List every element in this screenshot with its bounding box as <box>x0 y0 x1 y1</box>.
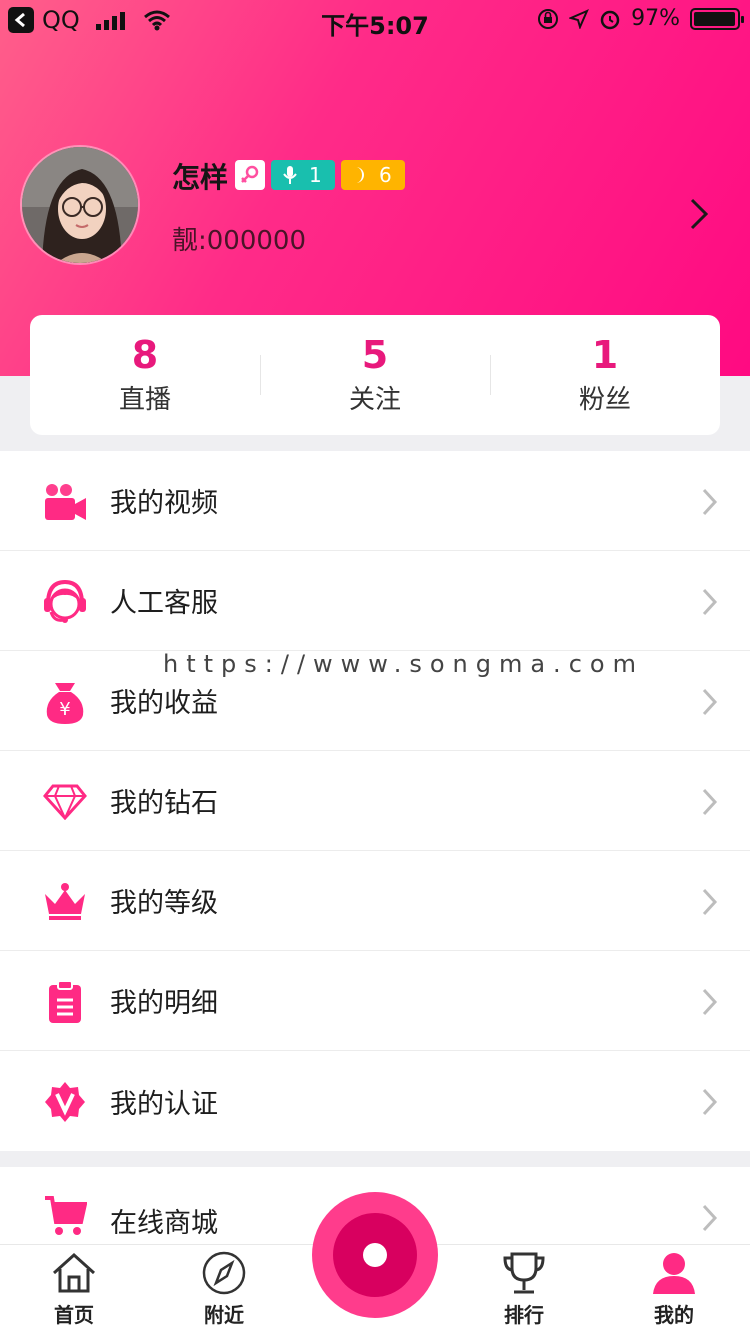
chevron-right-icon <box>702 1204 718 1232</box>
chevron-right-icon <box>702 488 718 516</box>
menu-item-videos[interactable]: 我的视频 <box>0 451 750 551</box>
menu-item-label: 在线商城 <box>110 1208 218 1239</box>
money-bag-icon: ¥ <box>42 679 88 725</box>
avatar[interactable] <box>20 145 140 265</box>
stat-following[interactable]: 5 关注 <box>260 315 490 435</box>
tab-mine[interactable]: 我的 <box>624 1249 724 1328</box>
menu-item-diamonds[interactable]: 我的钻石 <box>0 751 750 851</box>
stat-value: 1 <box>591 332 619 377</box>
status-bar: QQ 下午5:07 97% <box>0 0 750 40</box>
chevron-right-icon[interactable] <box>688 196 712 232</box>
chevron-right-icon <box>702 588 718 616</box>
stat-value: 8 <box>131 332 159 377</box>
user-id: 靓:000000 <box>172 226 307 256</box>
menu-item-customer-service[interactable]: 人工客服 <box>0 551 750 651</box>
tab-label: 我的 <box>654 1303 694 1327</box>
chevron-right-icon <box>702 1088 718 1116</box>
menu-item-label: 我的视频 <box>110 488 218 519</box>
anchor-level-value: 1 <box>309 163 322 187</box>
tab-label: 排行 <box>504 1303 544 1327</box>
crown-icon <box>42 879 88 925</box>
tab-label: 附近 <box>204 1303 244 1327</box>
battery-percent: 97% <box>631 6 680 31</box>
status-bar-right: 97% <box>537 6 744 31</box>
stat-live[interactable]: 8 直播 <box>30 315 260 435</box>
user-icon <box>648 1249 700 1297</box>
clipboard-icon <box>42 979 88 1025</box>
menu-item-label: 人工客服 <box>110 588 218 619</box>
user-level-value: 6 <box>379 163 392 187</box>
menu-item-label: 我的钻石 <box>110 788 218 819</box>
watermark-text: https://www.songma.com <box>163 650 644 678</box>
anchor-level-badge: 1 <box>271 160 335 190</box>
stat-label: 直播 <box>118 384 171 415</box>
menu-item-level[interactable]: 我的等级 <box>0 851 750 951</box>
menu-item-label: 我的明细 <box>110 988 218 1019</box>
svg-text:¥: ¥ <box>59 699 70 720</box>
tab-rank[interactable]: 排行 <box>474 1249 574 1328</box>
microphone-icon <box>283 166 297 184</box>
alarm-icon <box>600 10 620 29</box>
chevron-right-icon <box>702 888 718 916</box>
rotation-lock-icon <box>538 8 559 29</box>
tab-home[interactable]: 首页 <box>24 1249 124 1328</box>
menu-item-label: 我的等级 <box>110 888 218 919</box>
menu-item-verification[interactable]: 我的认证 <box>0 1051 750 1151</box>
record-dot-icon <box>363 1243 387 1267</box>
trophy-icon <box>498 1249 550 1297</box>
menu-list: 我的视频 人工客服 ¥ 我的收益 我的钻石 我的等级 我的明细 我的认证 <box>0 451 750 1151</box>
diamond-icon <box>42 779 88 825</box>
user-level-badge: 6 <box>341 160 405 190</box>
tab-label: 首页 <box>54 1303 94 1327</box>
go-live-inner-ring <box>333 1213 417 1297</box>
menu-item-label: 我的收益 <box>110 688 218 719</box>
location-icon <box>569 8 590 29</box>
chevron-right-icon <box>702 988 718 1016</box>
stat-label: 关注 <box>348 384 401 415</box>
verified-badge-icon <box>42 1079 88 1125</box>
cart-icon <box>42 1193 88 1239</box>
menu-item-details[interactable]: 我的明细 <box>0 951 750 1051</box>
chevron-right-icon <box>702 688 718 716</box>
female-gender-icon <box>235 160 265 190</box>
stat-value: 5 <box>361 332 389 377</box>
moon-icon <box>356 167 364 183</box>
compass-icon <box>198 1249 250 1297</box>
customer-service-icon <box>42 579 88 625</box>
go-live-button[interactable] <box>312 1192 438 1318</box>
user-badges: 1 6 <box>235 160 405 190</box>
chevron-right-icon <box>702 788 718 816</box>
stats-card: 8 直播 5 关注 1 粉丝 <box>30 315 720 435</box>
tab-nearby[interactable]: 附近 <box>174 1249 274 1328</box>
stat-fans[interactable]: 1 粉丝 <box>490 315 720 435</box>
battery-icon <box>690 7 744 30</box>
video-camera-icon <box>42 479 88 525</box>
home-icon <box>48 1249 100 1297</box>
menu-item-label: 我的认证 <box>110 1088 218 1120</box>
user-name: 怎样 <box>172 161 229 194</box>
stat-label: 粉丝 <box>578 384 631 415</box>
